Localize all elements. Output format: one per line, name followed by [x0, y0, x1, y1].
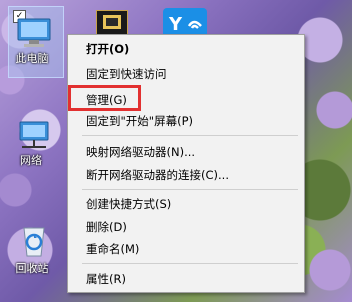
desktop-icon-label: 此电脑 [15, 52, 49, 65]
computer-icon [17, 18, 51, 47]
menu-separator [82, 135, 298, 136]
menu-separator [82, 263, 298, 264]
menu-item-rename[interactable]: 重命名(M) [86, 239, 139, 259]
desktop-icon-app-2[interactable]: Y [163, 8, 207, 36]
desktop-icon-label: 网络 [20, 154, 42, 167]
menu-item-disconnect-network-drive[interactable]: 断开网络驱动器的连接(C)... [86, 165, 229, 185]
menu-item-delete[interactable]: 删除(D) [86, 217, 127, 237]
recycle-bin-icon [23, 227, 45, 257]
menu-item-open[interactable]: 打开(O) [86, 39, 129, 59]
menu-item-properties[interactable]: 属性(R) [86, 269, 126, 289]
desktop-icon-recycle-bin[interactable]: 回收站 [10, 222, 58, 276]
desktop-icon-this-pc[interactable]: 此电脑 [6, 16, 62, 66]
menu-item-create-shortcut[interactable]: 创建快捷方式(S) [86, 194, 171, 214]
svg-text:Y: Y [168, 14, 183, 35]
wifi-app-icon: Y [168, 14, 202, 35]
app-icon [103, 15, 121, 29]
menu-item-pin-start[interactable]: 固定到"开始"屏幕(P) [86, 111, 193, 131]
menu-item-map-network-drive[interactable]: 映射网络驱动器(N)... [86, 142, 195, 162]
menu-item-pin-quick-access[interactable]: 固定到快速访问 [86, 64, 167, 84]
desktop: ✓ 此电脑 网络 回收站 Y 打开(O) 固定到快速访问 管理(G) 固定到"开… [0, 0, 352, 302]
desktop-icon-app-1[interactable] [96, 10, 128, 36]
menu-separator [82, 189, 298, 190]
network-icon [19, 121, 49, 148]
desktop-icon-label: 回收站 [15, 262, 49, 275]
desktop-icon-network[interactable]: 网络 [10, 118, 58, 168]
highlight-box [68, 85, 141, 111]
context-menu: 打开(O) 固定到快速访问 管理(G) 固定到"开始"屏幕(P) 映射网络驱动器… [67, 34, 305, 293]
